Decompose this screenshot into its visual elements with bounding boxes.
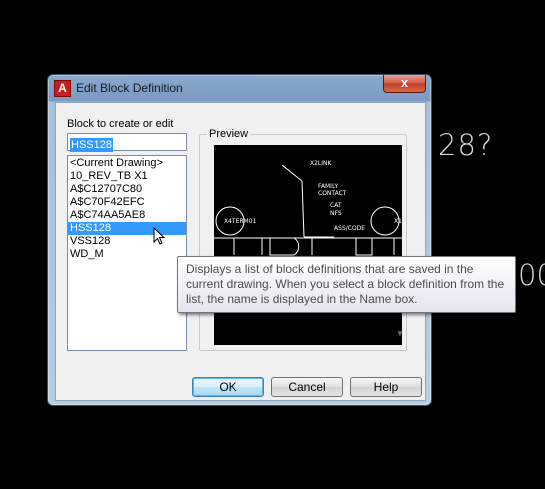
bg-text-00: 00 [518,258,545,292]
help-button[interactable]: Help [350,377,422,397]
list-item[interactable]: A$C12707C80 [68,183,186,196]
block-name-input[interactable]: HSS128 [67,133,187,152]
list-item-selected[interactable]: HSS128 [68,222,186,235]
block-name-value: HSS128 [70,138,113,152]
block-preview: X2LINK FAMILY CONTACT CAT NFS X4TERM01 A… [214,145,402,345]
list-item[interactable]: <Current Drawing> [68,157,186,170]
close-button[interactable]: x [383,75,426,93]
preview-label-x2link: X2LINK [310,160,333,167]
mouse-pointer-icon [153,227,166,245]
block-preview-drawing: X2LINK FAMILY CONTACT CAT NFS X4TERM01 A… [214,160,402,256]
preview-label: Preview [207,128,251,140]
preview-label-contact: CONTACT [318,190,347,197]
list-item[interactable]: WD_M [68,248,186,261]
dialog-body: Block to create or edit HSS128 <Current … [55,102,426,401]
preview-label-x1: X1 [394,218,402,225]
preview-label-cat: CAT [330,202,342,209]
list-item[interactable]: A$C74AA5AE8 [68,209,186,222]
preview-label-asscode: ASS/CODE [334,225,365,232]
dialog-title: Edit Block Definition [76,81,183,95]
preview-label-family: FAMILY [318,183,338,190]
autocad-app-icon: A [54,80,71,97]
list-item[interactable]: VSS128 [68,235,186,248]
block-name-label: Block to create or edit [67,118,174,130]
title-bar[interactable]: A Edit Block Definition x [48,75,431,101]
preview-scroll-down-icon[interactable]: ▼ [396,329,404,338]
preview-label-x4term: X4TERM01 [224,218,257,225]
block-list-tooltip: Displays a list of block definitions tha… [177,256,516,313]
list-item[interactable]: A$C70F42EFC [68,196,186,209]
close-icon: x [400,75,409,90]
block-list[interactable]: <Current Drawing> 10_REV_TB X1 A$C12707C… [67,155,187,351]
preview-label-nfs: NFS [330,210,342,217]
cancel-button[interactable]: Cancel [271,377,343,397]
edit-block-dialog: A Edit Block Definition x Block to creat… [47,74,432,406]
ok-button[interactable]: OK [192,377,264,397]
list-item[interactable]: 10_REV_TB X1 [68,170,186,183]
bg-text-28: 28? [438,128,494,162]
